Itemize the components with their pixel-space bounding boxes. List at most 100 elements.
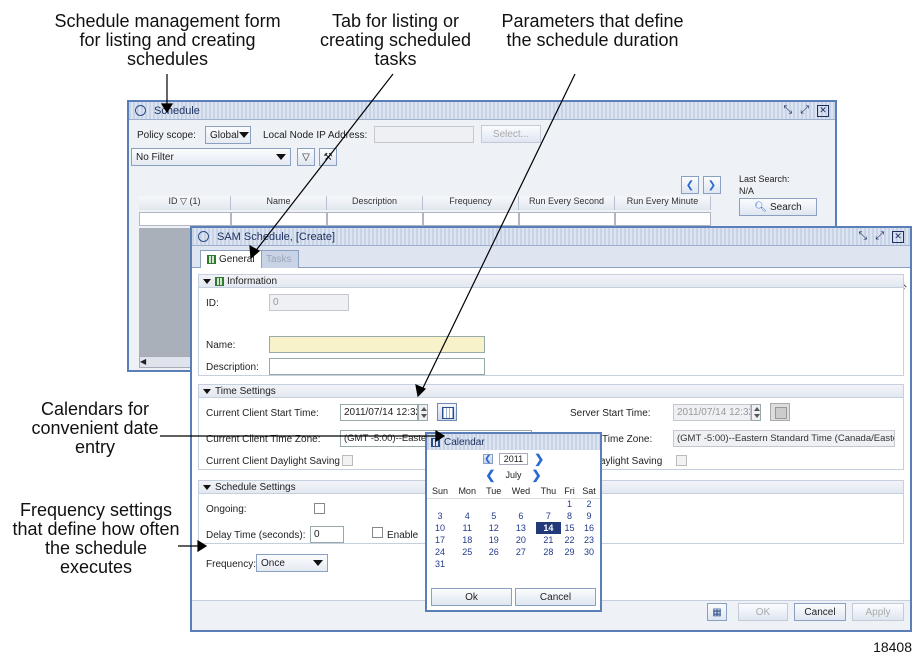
calendar-day[interactable]: 26 [481,546,506,558]
maximize-icon[interactable]: ⤢ [875,230,884,243]
properties-button[interactable]: ▦ [707,603,727,621]
server-dst-checkbox[interactable] [676,455,687,466]
search-button[interactable]: 🔍︎ Search [739,198,817,216]
calendar-day[interactable]: 7 [536,510,561,522]
restore-icon[interactable]: ⤡ [858,230,867,243]
description-field[interactable] [269,358,485,375]
close-icon[interactable]: ✕ [817,104,829,117]
calendar-day-selected[interactable]: 14 [535,522,561,534]
apply-button[interactable]: Apply [852,603,904,621]
calendar-day[interactable]: 20 [506,534,536,546]
calendar-day[interactable]: 6 [506,510,536,522]
callout-calendars: Calendars for convenient date entry [31,399,159,457]
calendar-cancel-button[interactable]: Cancel [515,588,596,606]
server-tz-field[interactable]: (GMT -5:00)--Eastern Standard Time (Cana… [673,430,895,447]
server-calendar-button[interactable] [770,403,790,421]
calendar-day[interactable]: 23 [578,534,600,546]
prev-month-button[interactable]: ❮ [485,469,495,481]
calendar-day[interactable]: 5 [481,510,506,522]
column-frequency[interactable]: Frequency [423,196,519,210]
ongoing-checkbox[interactable] [314,503,325,514]
column-name-label: Name [266,196,291,206]
calendar-day[interactable]: 21 [536,534,561,546]
calendar-day[interactable]: 28 [536,546,561,558]
calendar-day[interactable]: 22 [561,534,578,546]
cancel-button[interactable]: Cancel [794,603,846,621]
prev-page-button[interactable]: ❮ [681,176,699,194]
clock-icon [198,231,209,242]
client-start-spinner[interactable] [418,404,428,421]
server-start-label: Server Start Time: [570,408,651,419]
ok-button[interactable]: OK [738,603,788,621]
calendar-day[interactable]: 30 [578,546,600,558]
calendar-empty-cell [506,498,536,510]
frequency-select[interactable]: Once [256,554,328,572]
weekday-label: Sun [427,484,453,499]
calendar-day[interactable]: 18 [453,534,481,546]
calendar-day[interactable]: 31 [427,558,453,570]
id-filter-field[interactable] [139,212,231,226]
calendar-day[interactable]: 27 [506,546,536,558]
client-calendar-button[interactable] [437,403,457,421]
client-start-label: Current Client Start Time: [206,408,319,419]
server-start-field[interactable]: 2011/07/14 12:32 [673,404,751,421]
column-name[interactable]: Name [231,196,327,210]
server-start-spinner[interactable] [751,404,761,421]
client-dst-checkbox[interactable] [342,455,353,466]
id-field[interactable]: 0 [269,294,349,311]
policy-scope-select[interactable]: Global [205,126,251,144]
close-icon[interactable]: ✕ [892,230,904,243]
tab-general[interactable]: General [200,250,262,268]
frequency-filter-field[interactable] [423,212,519,226]
next-month-button[interactable]: ❯ [532,469,542,481]
calendar-day[interactable]: 16 [578,522,600,534]
search-icon: 🔍︎ [754,201,767,213]
calendar-day[interactable]: 8 [561,510,578,522]
calendar-day[interactable]: 1 [561,498,578,510]
calendar-day[interactable]: 24 [427,546,453,558]
enable-checkbox[interactable] [372,527,383,538]
restore-icon[interactable]: ⤡ [783,104,792,117]
description-filter-field[interactable] [327,212,423,226]
prev-year-button[interactable]: ❮ [482,454,493,464]
calendar-day[interactable]: 25 [453,546,481,558]
clock-icon [135,105,146,116]
tab-tasks[interactable]: Tasks [259,250,299,268]
calendar-ok-button[interactable]: Ok [431,588,512,606]
column-run-every-minute[interactable]: Run Every Minute [615,196,711,210]
column-description[interactable]: Description [327,196,423,210]
minute-filter-field[interactable] [615,212,711,226]
next-year-button[interactable]: ❯ [534,453,544,465]
calendar-day[interactable]: 12 [481,522,506,534]
name-field[interactable] [269,336,485,353]
column-id[interactable]: ID ▽ (1) [139,196,231,210]
calendar-day[interactable]: 2 [578,498,600,510]
calendar-day[interactable]: 10 [427,522,453,534]
calendar-day[interactable]: 13 [506,522,536,534]
next-page-button[interactable]: ❯ [703,176,721,194]
name-filter-field[interactable] [231,212,327,226]
calendar-day[interactable]: 29 [561,546,578,558]
calendar-day[interactable]: 19 [481,534,506,546]
column-run-every-second[interactable]: Run Every Second [519,196,615,210]
calendar-day[interactable]: 11 [453,522,481,534]
column-description-label: Description [351,196,398,206]
information-section-header[interactable]: Information [198,274,904,288]
time-settings-header[interactable]: Time Settings [198,384,904,398]
grid-body [139,228,195,368]
calendar-day[interactable]: 4 [453,510,481,522]
filter-icon[interactable]: ▽ [297,148,315,166]
local-node-field[interactable] [374,126,474,143]
calendar-day[interactable]: 9 [578,510,600,522]
maximize-icon[interactable]: ⤢ [800,104,809,117]
edit-filter-icon[interactable]: ⚒ [319,148,337,166]
client-start-field[interactable]: 2011/07/14 12:32 [340,404,418,421]
calendar-day[interactable]: 15 [561,522,578,534]
select-button[interactable]: Select... [481,125,541,143]
filter-select[interactable]: No Filter [131,148,291,166]
calendar-day[interactable]: 3 [427,510,453,522]
delay-field[interactable]: 0 [310,526,344,543]
calendar-day[interactable]: 17 [427,534,453,546]
second-filter-field[interactable] [519,212,615,226]
grid-header: ID ▽ (1) Name Description Frequency Run … [139,196,719,210]
